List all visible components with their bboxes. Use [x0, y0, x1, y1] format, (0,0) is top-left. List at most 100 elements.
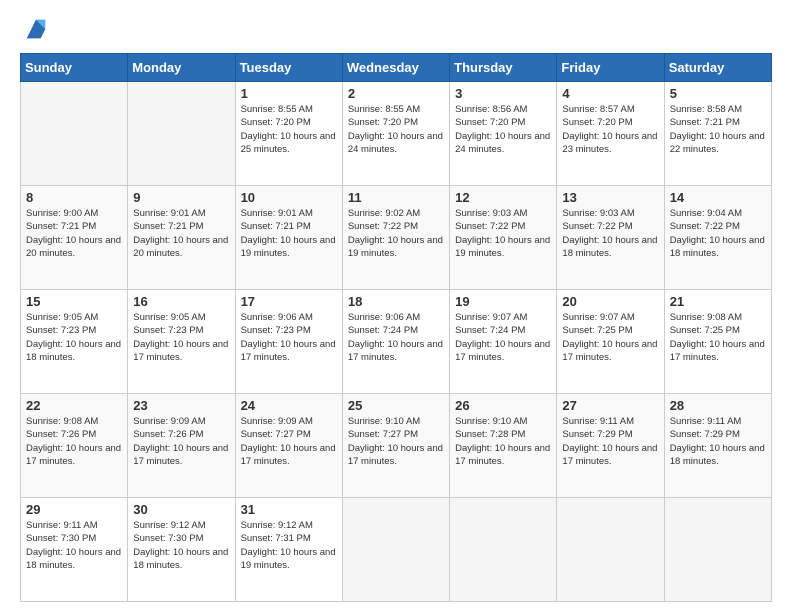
calendar-cell	[21, 82, 128, 186]
day-number: 23	[133, 398, 229, 413]
calendar-cell: 12 Sunrise: 9:03 AMSunset: 7:22 PMDayligh…	[450, 186, 557, 290]
day-info: Sunrise: 9:03 AMSunset: 7:22 PMDaylight:…	[455, 207, 551, 260]
calendar-cell: 9Sunrise: 9:01 AMSunset: 7:21 PMDaylight…	[128, 186, 235, 290]
day-info: Sunrise: 9:11 AMSunset: 7:30 PMDaylight:…	[26, 519, 122, 572]
calendar-cell: 26 Sunrise: 9:10 AMSunset: 7:28 PMDayligh…	[450, 394, 557, 498]
day-number: 21	[670, 294, 766, 309]
day-info: Sunrise: 9:05 AMSunset: 7:23 PMDaylight:…	[133, 311, 229, 364]
calendar-cell: 25 Sunrise: 9:10 AMSunset: 7:27 PMDayligh…	[342, 394, 449, 498]
weekday-header: Saturday	[664, 54, 771, 82]
day-info: Sunrise: 8:58 AMSunset: 7:21 PMDaylight:…	[670, 103, 766, 156]
day-info: Sunrise: 9:08 AMSunset: 7:26 PMDaylight:…	[26, 415, 122, 468]
header	[20, 15, 772, 43]
day-info: Sunrise: 9:07 AMSunset: 7:25 PMDaylight:…	[562, 311, 658, 364]
weekday-header: Friday	[557, 54, 664, 82]
day-info: Sunrise: 9:10 AMSunset: 7:27 PMDaylight:…	[348, 415, 444, 468]
calendar-cell: 16 Sunrise: 9:05 AMSunset: 7:23 PMDayligh…	[128, 290, 235, 394]
day-number: 19	[455, 294, 551, 309]
day-number: 4	[562, 86, 658, 101]
day-number: 11	[348, 190, 444, 205]
calendar-cell: 30 Sunrise: 9:12 AMSunset: 7:30 PMDayligh…	[128, 498, 235, 602]
day-info: Sunrise: 9:12 AMSunset: 7:30 PMDaylight:…	[133, 519, 229, 572]
day-info: Sunrise: 9:09 AMSunset: 7:26 PMDaylight:…	[133, 415, 229, 468]
calendar-cell	[128, 82, 235, 186]
calendar-cell: 10 Sunrise: 9:01 AMSunset: 7:21 PMDayligh…	[235, 186, 342, 290]
day-info: Sunrise: 8:56 AMSunset: 7:20 PMDaylight:…	[455, 103, 551, 156]
calendar-cell: 3 Sunrise: 8:56 AMSunset: 7:20 PMDaylight…	[450, 82, 557, 186]
day-number: 20	[562, 294, 658, 309]
logo	[20, 15, 50, 43]
calendar-cell: 29 Sunrise: 9:11 AMSunset: 7:30 PMDayligh…	[21, 498, 128, 602]
day-info: Sunrise: 9:11 AMSunset: 7:29 PMDaylight:…	[670, 415, 766, 468]
calendar-cell: 21 Sunrise: 9:08 AMSunset: 7:25 PMDayligh…	[664, 290, 771, 394]
day-number: 15	[26, 294, 122, 309]
weekday-header: Tuesday	[235, 54, 342, 82]
day-number: 2	[348, 86, 444, 101]
day-number: 13	[562, 190, 658, 205]
day-info: Sunrise: 9:01 AMSunset: 7:21 PMDaylight:…	[241, 207, 337, 260]
day-info: Sunrise: 8:57 AMSunset: 7:20 PMDaylight:…	[562, 103, 658, 156]
calendar-cell: 23 Sunrise: 9:09 AMSunset: 7:26 PMDayligh…	[128, 394, 235, 498]
day-number: 10	[241, 190, 337, 205]
calendar-cell	[342, 498, 449, 602]
calendar-cell: 31 Sunrise: 9:12 AMSunset: 7:31 PMDayligh…	[235, 498, 342, 602]
day-info: Sunrise: 9:01 AMSunset: 7:21 PMDaylight:…	[133, 207, 229, 260]
day-number: 30	[133, 502, 229, 517]
calendar-cell	[450, 498, 557, 602]
weekday-header: Monday	[128, 54, 235, 82]
day-number: 24	[241, 398, 337, 413]
day-number: 22	[26, 398, 122, 413]
day-number: 28	[670, 398, 766, 413]
calendar-cell: 19 Sunrise: 9:07 AMSunset: 7:24 PMDayligh…	[450, 290, 557, 394]
day-info: Sunrise: 9:06 AMSunset: 7:24 PMDaylight:…	[348, 311, 444, 364]
calendar-cell: 17 Sunrise: 9:06 AMSunset: 7:23 PMDayligh…	[235, 290, 342, 394]
day-number: 12	[455, 190, 551, 205]
day-info: Sunrise: 9:06 AMSunset: 7:23 PMDaylight:…	[241, 311, 337, 364]
weekday-header: Wednesday	[342, 54, 449, 82]
calendar-cell: 22 Sunrise: 9:08 AMSunset: 7:26 PMDayligh…	[21, 394, 128, 498]
day-info: Sunrise: 9:10 AMSunset: 7:28 PMDaylight:…	[455, 415, 551, 468]
day-number: 29	[26, 502, 122, 517]
day-number: 25	[348, 398, 444, 413]
calendar-cell: 15 Sunrise: 9:05 AMSunset: 7:23 PMDayligh…	[21, 290, 128, 394]
day-number: 26	[455, 398, 551, 413]
day-number: 3	[455, 86, 551, 101]
day-number: 31	[241, 502, 337, 517]
day-info: Sunrise: 9:08 AMSunset: 7:25 PMDaylight:…	[670, 311, 766, 364]
day-number: 5	[670, 86, 766, 101]
page: SundayMondayTuesdayWednesdayThursdayFrid…	[0, 0, 792, 612]
calendar-cell: 24 Sunrise: 9:09 AMSunset: 7:27 PMDayligh…	[235, 394, 342, 498]
day-info: Sunrise: 9:03 AMSunset: 7:22 PMDaylight:…	[562, 207, 658, 260]
day-number: 17	[241, 294, 337, 309]
weekday-header: Sunday	[21, 54, 128, 82]
day-info: Sunrise: 9:00 AMSunset: 7:21 PMDaylight:…	[26, 207, 122, 260]
day-info: Sunrise: 9:12 AMSunset: 7:31 PMDaylight:…	[241, 519, 337, 572]
calendar-cell: 1 Sunrise: 8:55 AMSunset: 7:20 PMDaylight…	[235, 82, 342, 186]
calendar-table: SundayMondayTuesdayWednesdayThursdayFrid…	[20, 53, 772, 602]
day-info: Sunrise: 8:55 AMSunset: 7:20 PMDaylight:…	[241, 103, 337, 156]
day-info: Sunrise: 9:05 AMSunset: 7:23 PMDaylight:…	[26, 311, 122, 364]
calendar-cell: 13 Sunrise: 9:03 AMSunset: 7:22 PMDayligh…	[557, 186, 664, 290]
calendar-cell: 27 Sunrise: 9:11 AMSunset: 7:29 PMDayligh…	[557, 394, 664, 498]
calendar-cell: 4 Sunrise: 8:57 AMSunset: 7:20 PMDaylight…	[557, 82, 664, 186]
calendar-cell: 2 Sunrise: 8:55 AMSunset: 7:20 PMDaylight…	[342, 82, 449, 186]
calendar-cell: 28 Sunrise: 9:11 AMSunset: 7:29 PMDayligh…	[664, 394, 771, 498]
day-info: Sunrise: 9:02 AMSunset: 7:22 PMDaylight:…	[348, 207, 444, 260]
day-info: Sunrise: 9:07 AMSunset: 7:24 PMDaylight:…	[455, 311, 551, 364]
day-number: 27	[562, 398, 658, 413]
day-info: Sunrise: 9:04 AMSunset: 7:22 PMDaylight:…	[670, 207, 766, 260]
day-number: 16	[133, 294, 229, 309]
day-number: 14	[670, 190, 766, 205]
day-number: 8	[26, 190, 122, 205]
day-number: 1	[241, 86, 337, 101]
logo-icon	[22, 15, 50, 43]
calendar-cell: 20 Sunrise: 9:07 AMSunset: 7:25 PMDayligh…	[557, 290, 664, 394]
day-info: Sunrise: 9:11 AMSunset: 7:29 PMDaylight:…	[562, 415, 658, 468]
calendar-cell: 5 Sunrise: 8:58 AMSunset: 7:21 PMDaylight…	[664, 82, 771, 186]
day-info: Sunrise: 8:55 AMSunset: 7:20 PMDaylight:…	[348, 103, 444, 156]
calendar-cell	[557, 498, 664, 602]
day-info: Sunrise: 9:09 AMSunset: 7:27 PMDaylight:…	[241, 415, 337, 468]
calendar-cell: 8 Sunrise: 9:00 AMSunset: 7:21 PMDaylight…	[21, 186, 128, 290]
calendar-cell: 18Sunrise: 9:06 AMSunset: 7:24 PMDayligh…	[342, 290, 449, 394]
calendar-cell: 14 Sunrise: 9:04 AMSunset: 7:22 PMDayligh…	[664, 186, 771, 290]
